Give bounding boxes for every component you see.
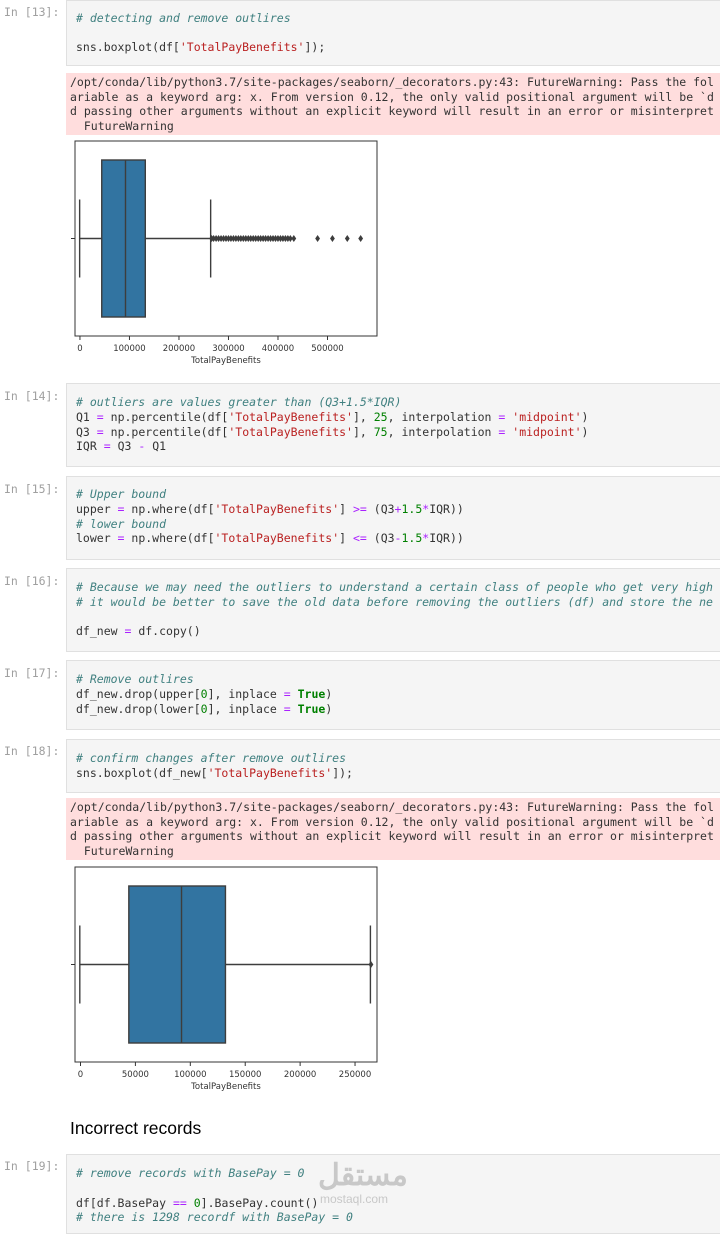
x-tick-label: 150000: [229, 1070, 261, 1080]
prompt-in-13: In [13]:: [4, 5, 60, 19]
prompt-in-14: In [14]:: [4, 389, 60, 403]
box-iqr: [128, 885, 227, 1044]
cell-13-code: sns.boxplot(df['TotalPayBenefits']);: [76, 40, 326, 54]
x-tick-label: 200000: [284, 1070, 316, 1080]
x-tick-label: 100000: [113, 344, 145, 354]
warning-2-text: /opt/conda/lib/python3.7/site-packages/s…: [70, 800, 714, 858]
cell-18-code: # confirm changes after remove outlires s…: [76, 751, 353, 780]
x-axis-label: TotalPayBenefits: [190, 356, 261, 366]
section-heading-incorrect-records: Incorrect records: [70, 1118, 202, 1138]
prompt-in-18: In [18]:: [4, 744, 60, 758]
cell-16-code: # Because we may need the outliers to un…: [76, 580, 713, 639]
prompt-in-16: In [16]:: [4, 574, 60, 588]
prompt-in-19: In [19]:: [4, 1159, 60, 1173]
prompt-in-17: In [17]:: [4, 666, 60, 680]
x-tick-label: 50000: [122, 1070, 149, 1080]
x-tick-label: 250000: [339, 1070, 371, 1080]
x-tick-label: 200000: [163, 344, 195, 354]
x-tick-label: 0: [78, 1070, 83, 1080]
prompt-in-15: In [15]:: [4, 482, 60, 496]
x-tick-label: 400000: [262, 344, 294, 354]
code-cell-13[interactable]: [66, 0, 720, 66]
x-tick-label: 100000: [174, 1070, 206, 1080]
x-tick-label: 300000: [212, 344, 244, 354]
warning-1-text: /opt/conda/lib/python3.7/site-packages/s…: [70, 75, 714, 133]
cell-19-code: # remove records with BasePay = 0 df[df.…: [76, 1166, 353, 1225]
x-tick-label: 500000: [311, 344, 343, 354]
cell-13-comment: # detecting and remove outlires: [76, 11, 291, 25]
x-axis-label: TotalPayBenefits: [190, 1082, 261, 1092]
boxplot-before: 0 100000 200000 300000 400000 500000 TotalPayB…: [71, 140, 378, 366]
boxplot-after: 0 50000 100000 150000 200000 250000 TotalPayBe…: [71, 866, 378, 1092]
cell-14-code: # outliers are values greater than (Q3+1…: [76, 395, 589, 454]
x-tick-label: 0: [77, 344, 82, 354]
cell-15-code: # Upper bound upper = np.where(df['TotalP…: [76, 487, 464, 546]
watermark-logo-arabic: مستقل: [318, 1159, 408, 1192]
cell-17-code: # Remove outlires df_new.drop(upper[0], i…: [76, 672, 333, 716]
watermark-logo-latin: mostaql.com: [320, 1192, 389, 1206]
box-iqr: [101, 159, 147, 318]
